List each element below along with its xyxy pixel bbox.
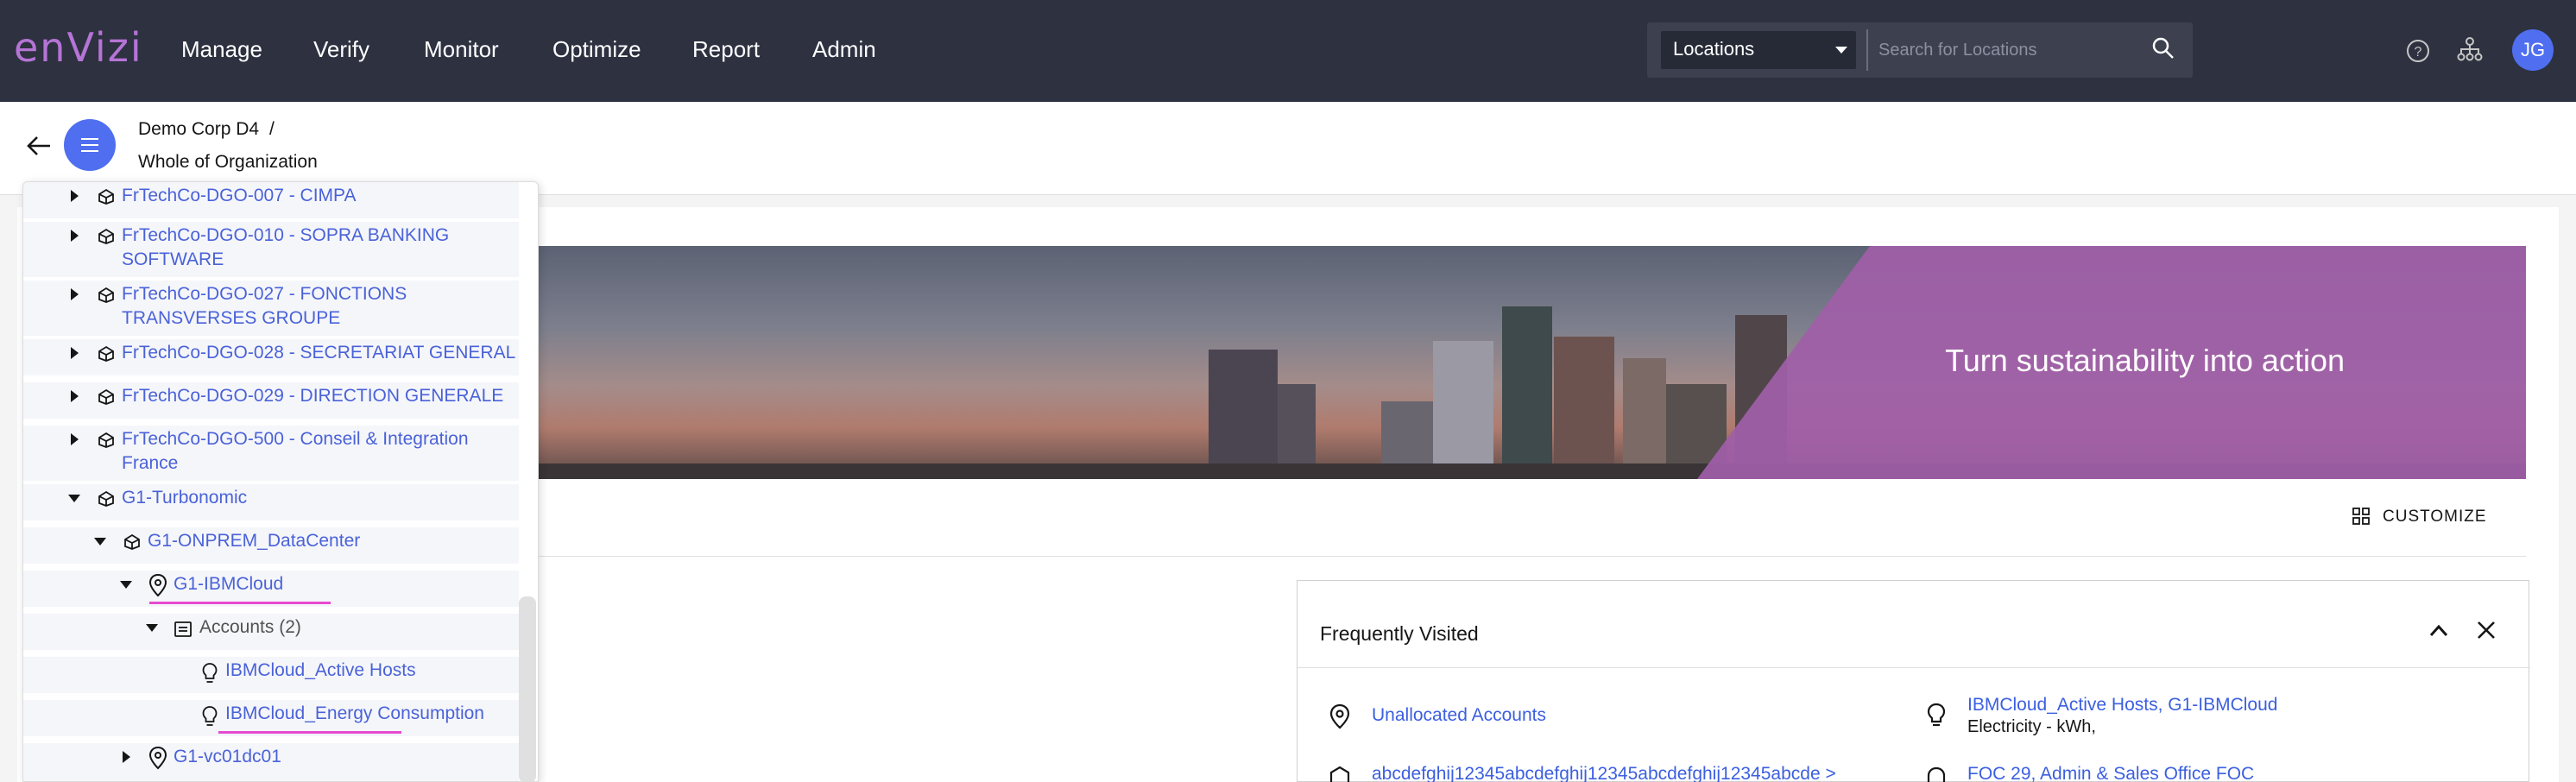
collapse-toggle-icon[interactable] [94,538,106,546]
expand-toggle-icon[interactable] [71,190,79,202]
frequently-visited-card: Frequently Visited Unallocated Accounts … [1297,580,2530,782]
tree-node[interactable]: G1-IBMCloud [23,571,519,607]
customize-label: CUSTOMIZE [2383,508,2487,526]
highlight-underline [218,731,401,734]
fv-item-subtitle: Electricity - kWh, [1967,717,2096,736]
expand-toggle-icon[interactable] [71,390,79,402]
tree-node-label[interactable]: FrTechCo-DGO-029 - DIRECTION GENERALE [122,384,519,408]
expand-toggle-icon[interactable] [71,433,79,445]
location-pin-icon [148,746,167,770]
group-icon [98,388,114,405]
group-icon [98,345,114,362]
tree-node-label[interactable]: FrTechCo-DGO-027 - FONCTIONS TRANSVERSES… [122,282,467,331]
tree-node-label[interactable]: IBMCloud_Energy Consumption [225,702,519,726]
search-scope-select[interactable]: Locations [1661,31,1856,69]
user-avatar[interactable]: JG [2512,29,2554,71]
location-pin-icon [1329,703,1350,729]
group-icon [98,432,114,448]
nav-admin[interactable]: Admin [812,36,876,63]
expand-toggle-icon[interactable] [71,230,79,242]
back-arrow-icon[interactable] [24,131,54,161]
tree-node-label[interactable]: G1-Turbonomic [122,486,467,510]
tree-node[interactable]: IBMCloud_Energy Consumption [23,700,519,736]
search-scope-value: Locations [1673,38,1755,60]
group-icon [98,228,114,244]
group-icon [124,533,140,550]
group-icon [98,188,114,205]
building-icon [1329,766,1350,782]
tree-node-label[interactable]: FrTechCo-DGO-500 - Conseil & Integration… [122,427,484,476]
tree-node-label[interactable]: FrTechCo-DGO-010 - SOPRA BANKING SOFTWAR… [122,224,484,272]
lightbulb-icon [202,663,218,683]
expand-toggle-icon[interactable] [71,288,79,300]
customize-button[interactable]: CUSTOMIZE [2352,508,2487,527]
nav-report[interactable]: Report [692,36,760,63]
expand-toggle-icon[interactable] [71,347,79,359]
location-pin-icon [148,573,167,597]
nav-monitor[interactable]: Monitor [424,36,499,63]
fv-item-link[interactable]: FOC 29, Admin & Sales Office FOC [1967,764,2254,782]
svg-text:?: ? [2415,45,2422,60]
help-icon[interactable]: ? [2405,38,2431,64]
nav-optimize[interactable]: Optimize [552,36,641,63]
breadcrumb-separator: / [269,119,275,139]
top-navigation-bar: enVizi Manage Verify Monitor Optimize Re… [0,0,2576,102]
tree-node-label[interactable]: G1-vc01dc01 [174,745,432,769]
envizi-logo[interactable]: enVizi [14,24,143,71]
accounts-folder-icon [174,621,192,637]
breadcrumb-current: Whole of Organization [138,152,318,172]
tree-node[interactable]: IBMCloud_Active Hosts [23,657,519,693]
search-divider [1866,29,1868,71]
tree-node-label[interactable]: FrTechCo-DGO-028 - SECRETARIAT GENERAL [122,341,519,365]
collapse-toggle-icon[interactable] [68,495,80,502]
highlight-underline [149,602,331,604]
collapse-toggle-icon[interactable] [120,581,132,589]
location-search-input[interactable] [1878,35,2137,66]
grid-icon [2352,508,2370,525]
breadcrumb-org[interactable]: Demo Corp D4 [138,119,259,140]
banner-tagline: Turn sustainability into action [1945,343,2345,378]
collapse-toggle-icon[interactable] [146,624,158,632]
tree-node[interactable]: FrTechCo-DGO-029 - DIRECTION GENERALE [23,382,519,419]
nav-manage[interactable]: Manage [181,36,262,63]
lightbulb-icon [202,706,218,726]
tree-node-label[interactable]: Accounts (2) [199,615,458,640]
fv-item-link[interactable]: abcdefghij12345abcdefghij12345abcdefghij… [1372,764,1836,782]
lightbulb-icon [1927,703,1946,727]
tree-node-label[interactable]: FrTechCo-DGO-007 - CIMPA [122,184,510,208]
frequently-visited-title: Frequently Visited [1320,622,1479,645]
tree-node[interactable]: G1-Turbonomic [23,484,519,520]
fv-item-link[interactable]: Unallocated Accounts [1372,705,1546,726]
tree-node-label[interactable]: IBMCloud_Active Hosts [225,659,502,683]
nav-verify[interactable]: Verify [313,36,369,63]
caret-down-icon [1835,47,1847,54]
tree-node[interactable]: FrTechCo-DGO-028 - SECRETARIAT GENERAL [23,339,519,375]
search-icon[interactable] [2151,36,2175,60]
lightbulb-icon [1927,766,1946,782]
card-divider [1297,667,2530,668]
group-icon [98,490,114,507]
fv-item-link[interactable]: IBMCloud_Active Hosts, G1-IBMCloud [1967,695,2277,716]
location-tree-panel: FrTechCo-DGO-007 - CIMPA FrTechCo-DGO-01… [22,181,539,782]
tree-node[interactable]: FrTechCo-DGO-500 - Conseil & Integration… [23,426,519,481]
tree-node[interactable]: FrTechCo-DGO-027 - FONCTIONS TRANSVERSES… [23,281,519,336]
tree-node-label[interactable]: G1-ONPREM_DataCenter [148,529,493,553]
tree-node[interactable]: FrTechCo-DGO-007 - CIMPA [23,182,519,218]
hierarchy-icon[interactable] [2457,36,2483,62]
group-icon [98,287,114,303]
tree-node[interactable]: Accounts (2) [23,614,519,650]
tree-node[interactable]: FrTechCo-DGO-010 - SOPRA BANKING SOFTWAR… [23,222,519,277]
expand-toggle-icon[interactable] [123,751,130,763]
tree-node-label[interactable]: G1-IBMCloud [174,572,432,596]
tree-menu-button[interactable] [64,119,116,171]
tree-node[interactable]: G1-vc01dc01 [23,743,519,781]
tree-node[interactable]: G1-ONPREM_DataCenter [23,527,519,564]
close-icon[interactable] [2473,617,2499,643]
tree-scrollbar[interactable] [519,596,536,781]
chevron-up-icon[interactable] [2427,619,2451,643]
